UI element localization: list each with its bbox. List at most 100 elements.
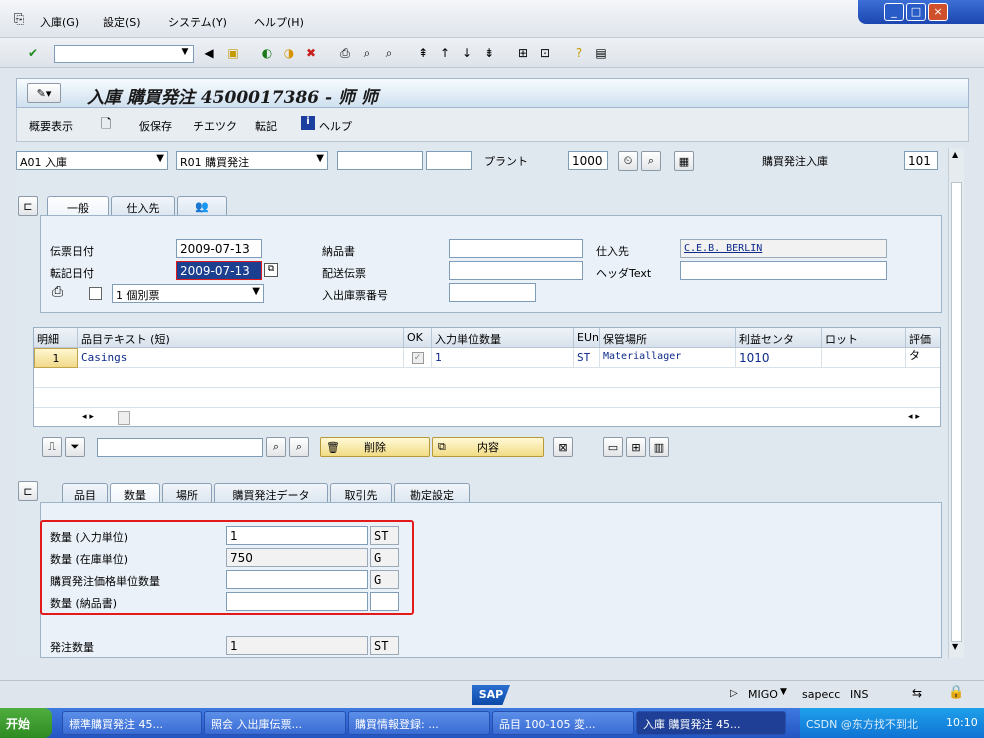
grid-header-ok[interactable]: OK (404, 328, 432, 348)
reference-number-field[interactable] (337, 151, 423, 170)
next-page-icon[interactable]: ↓ (458, 44, 476, 62)
tab-general[interactable]: 一般 (47, 196, 109, 216)
first-page-icon[interactable]: ⇞ (414, 44, 432, 62)
movement-type-field[interactable]: 101 (904, 151, 938, 170)
expand-icon[interactable]: ⊠ (553, 437, 573, 457)
header-text-field[interactable] (680, 261, 887, 280)
post-button[interactable]: 転記 (255, 118, 277, 134)
tab-po-data[interactable]: 購買発注データ (214, 483, 328, 503)
grid-header-qty[interactable]: 入力単位数量 (432, 328, 574, 348)
scroll-right-icon[interactable]: ◂ ▸ (908, 412, 920, 422)
taskbar-item-active[interactable]: 入庫 購買発注 45... (636, 711, 786, 735)
tab-account-assignment[interactable]: 勘定設定 (394, 483, 470, 503)
grid-header-valuation[interactable]: 評価タ (906, 328, 940, 362)
menu-icon[interactable]: ⎘ (14, 12, 24, 27)
grid-icon[interactable]: ▦ (674, 151, 694, 171)
slip-number-field[interactable] (449, 283, 536, 302)
transaction-select[interactable]: A01 入庫 ▼ (16, 151, 168, 170)
command-field[interactable]: ▼ (54, 45, 194, 63)
post-date-field[interactable]: 2009-07-13 (176, 261, 262, 280)
layout-icon[interactable]: ▥ (649, 437, 669, 457)
maximize-button[interactable]: □ (906, 3, 926, 21)
horizontal-scroll-thumb[interactable] (118, 411, 130, 425)
last-page-icon[interactable]: ⇟ (480, 44, 498, 62)
tab-vendor[interactable]: 仕入先 (111, 196, 175, 216)
cancel-icon[interactable]: ✖ (302, 44, 320, 62)
table-cell-valuation[interactable] (906, 348, 940, 368)
select-all-icon[interactable]: ⎍ (42, 437, 62, 457)
folder-icon[interactable]: ▭ (603, 437, 623, 457)
print-version-select[interactable]: 1 個別票 ▼ (112, 284, 264, 303)
ok-checkbox[interactable]: ✓ (411, 352, 424, 364)
chevron-down-icon[interactable]: ▼ (178, 47, 192, 61)
shortcut-icon[interactable]: ⊡ (536, 44, 554, 62)
menu-dropdown-icon[interactable]: ✎▾ (27, 83, 61, 103)
grid-header-batch[interactable]: ロット (822, 328, 906, 348)
taskbar-item[interactable]: 購買情報登録: ... (348, 711, 490, 735)
enter-icon[interactable]: ✔ (24, 44, 42, 62)
calendar-icon[interactable]: ⧉ (264, 263, 278, 277)
table-cell-sloc[interactable]: Materiallager (600, 348, 736, 368)
filter-icon[interactable]: ⏷ (65, 437, 85, 457)
taskbar-item[interactable]: 標準購買発注 45... (62, 711, 202, 735)
chevron-down-icon[interactable]: ▼ (780, 687, 787, 697)
start-button[interactable]: 开始 (0, 708, 52, 738)
menu-goods-receipt[interactable]: 入庫(G) (40, 14, 79, 30)
minimize-button[interactable]: _ (884, 3, 904, 21)
print-icon[interactable]: ⎙ (336, 44, 354, 62)
doc-date-field[interactable]: 2009-07-13 (176, 239, 262, 258)
menu-settings[interactable]: 設定(S) (103, 14, 141, 30)
vertical-scroll-thumb[interactable] (951, 182, 962, 642)
help-button[interactable]: ヘルプ (319, 118, 352, 134)
binoculars-icon[interactable]: ⌕ (641, 151, 661, 171)
table-cell-batch[interactable] (822, 348, 906, 368)
new-session-icon[interactable]: ⊞ (514, 44, 532, 62)
info-icon[interactable]: i (301, 116, 315, 130)
scroll-left-icon[interactable]: ◂ ▸ (82, 412, 94, 422)
overview-button[interactable]: 概要表示 (29, 118, 73, 134)
find-next-icon[interactable]: ⌕ (380, 44, 398, 62)
reference-item-field[interactable] (426, 151, 472, 170)
collapse-item-icon[interactable]: ⊏ (18, 481, 38, 501)
grid-header-profit-center[interactable]: 利益センタ (736, 328, 822, 348)
new-doc-icon[interactable]: 🗋 (101, 115, 111, 137)
close-button[interactable]: × (928, 3, 948, 21)
hold-button[interactable]: 仮保存 (139, 118, 172, 134)
find-next-icon[interactable]: ⌕ (289, 437, 309, 457)
status-mode[interactable]: INS (850, 688, 868, 701)
item-search-field[interactable] (97, 438, 263, 457)
back-icon[interactable]: ◐ (258, 44, 276, 62)
prev-page-icon[interactable]: ↑ (436, 44, 454, 62)
save-icon[interactable]: ▣ (224, 44, 242, 62)
find-icon[interactable]: ⌕ (358, 44, 376, 62)
grid-header-unit[interactable]: EUn (574, 328, 600, 348)
table-cell-text[interactable]: Casings (78, 348, 404, 368)
find-icon[interactable]: ⌕ (266, 437, 286, 457)
reference-select[interactable]: R01 購買発注 ▼ (176, 151, 328, 170)
vertical-scrollbar[interactable]: ▲ ▼ (948, 148, 964, 658)
ok-checkbox-cell[interactable]: ✓ (404, 348, 432, 368)
exit-icon[interactable]: ◑ (280, 44, 298, 62)
status-arrow-icon[interactable]: ▷ (730, 688, 738, 699)
execute-icon[interactable]: ⏲ (618, 151, 638, 171)
layout-menu-icon[interactable]: ▤ (592, 44, 610, 62)
taskbar-item[interactable]: 品目 100-105 変... (492, 711, 634, 735)
bill-of-lading-field[interactable] (449, 261, 583, 280)
menu-help[interactable]: ヘルプ(H) (254, 14, 304, 30)
tab-where[interactable]: 場所 (162, 483, 212, 503)
table-cell-qty[interactable]: 1 (432, 348, 574, 368)
tab-partner[interactable]: 取引先 (330, 483, 392, 503)
delivery-note-field[interactable] (449, 239, 583, 258)
tab-partners-icon[interactable]: 👥 (177, 196, 227, 216)
grid-header-line[interactable]: 明細 (34, 328, 78, 348)
grid-header-sloc[interactable]: 保管場所 (600, 328, 736, 348)
table-row-line-button[interactable]: 1 (34, 348, 78, 368)
table-cell-unit[interactable]: ST (574, 348, 600, 368)
menu-system[interactable]: システム(Y) (168, 14, 227, 30)
delete-button[interactable]: 🗑 削除 (320, 437, 430, 457)
scroll-up-icon[interactable]: ▲ (952, 150, 958, 159)
back-arrow-icon[interactable]: ◀ (200, 44, 218, 62)
help-icon[interactable]: ? (570, 44, 588, 62)
plant-field[interactable]: 1000 (568, 151, 608, 170)
grid-header-text[interactable]: 品目テキスト (短) (78, 328, 404, 348)
